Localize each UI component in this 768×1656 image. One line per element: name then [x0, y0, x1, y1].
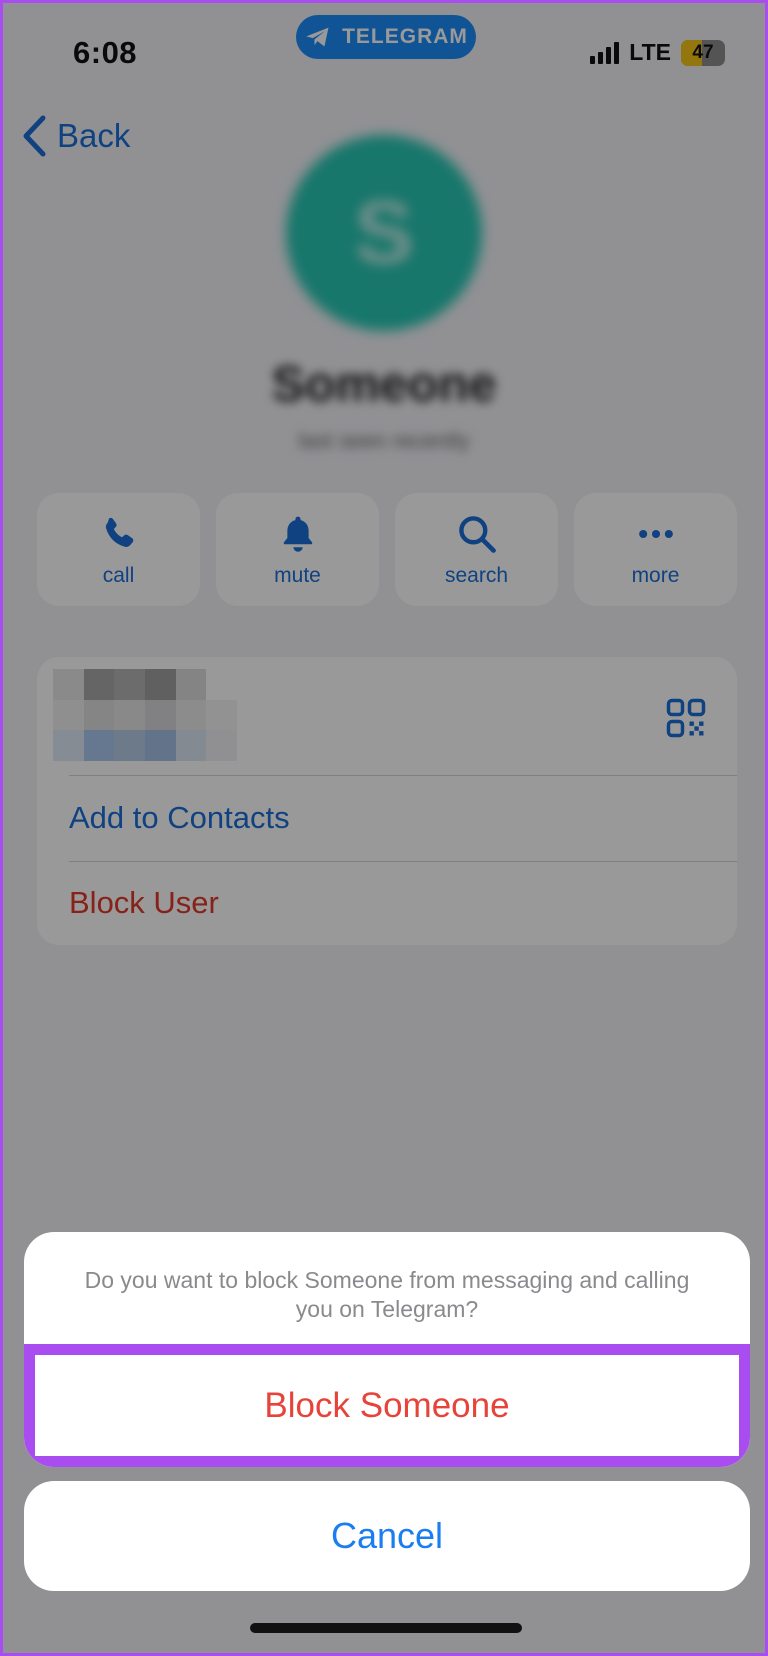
block-confirmation-sheet: Do you want to block Someone from messag…: [24, 1232, 750, 1467]
block-someone-label: Block Someone: [264, 1385, 510, 1425]
cancel-label: Cancel: [330, 1515, 444, 1556]
phone-screen: 6:08 TELEGRAM LTE 47 Back S Someone last…: [0, 0, 768, 1656]
cancel-button[interactable]: Cancel: [24, 1481, 750, 1591]
sheet-message: Do you want to block Someone from messag…: [84, 1267, 690, 1322]
home-indicator[interactable]: [250, 1623, 522, 1633]
block-someone-button[interactable]: Block Someone: [24, 1344, 750, 1467]
